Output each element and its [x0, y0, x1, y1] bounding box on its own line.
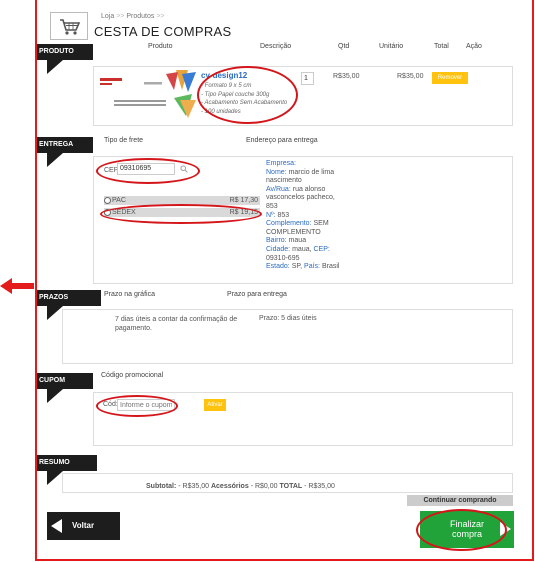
accessories-value: - R$0,00	[250, 483, 278, 490]
cart-logo[interactable]	[50, 12, 88, 40]
col-header-qtd: Qtd	[338, 43, 350, 50]
address-complemento: Complemento: SEM COMPLEMENTO	[266, 220, 329, 236]
subtotal-label: Subtotal:	[146, 483, 177, 490]
section-tab-entrega: ENTREGA	[37, 137, 93, 153]
print-deadline-header: Prazo na gráfica	[104, 291, 155, 298]
apply-coupon-button[interactable]: Ativar	[204, 399, 226, 411]
address-bairro: Bairro: maua	[266, 237, 307, 245]
address-rua: Av/Rua: rua alonso vasconcelos pacheco, …	[266, 185, 335, 210]
remove-button[interactable]: Remover	[432, 72, 468, 84]
col-header-acao: Ação	[466, 43, 482, 50]
total-value: - R$35,00	[304, 483, 335, 490]
highlight-oval-checkout	[416, 509, 507, 551]
highlight-oval-sedex	[100, 204, 262, 224]
arrow-left-icon	[51, 519, 62, 533]
shopping-cart-icon	[60, 19, 81, 35]
highlight-oval-product	[197, 66, 298, 124]
delivery-deadline-text: Prazo: 5 dias úteis	[259, 315, 317, 322]
highlight-oval-coupon	[96, 395, 178, 417]
subtotal-value: - R$35,00	[178, 483, 210, 490]
unit-price: R$35,00	[333, 73, 360, 80]
breadcrumb: Loja >> Produtos >>	[101, 13, 165, 20]
col-header-unitario: Unitário	[379, 43, 404, 50]
business-card-image	[96, 70, 200, 120]
annotation-arrow-left-icon	[0, 278, 34, 294]
col-header-produto: Produto	[148, 43, 173, 50]
quantity-input[interactable]: 1	[301, 72, 314, 85]
total-label: TOTAL	[279, 483, 303, 490]
delivery-address: Empresa: Nome: marcio de lima nascimento…	[266, 160, 346, 272]
back-button[interactable]: Voltar	[47, 512, 120, 540]
accessories-label: Acessórios	[210, 483, 249, 490]
address-cidade-cep: Cidade: maua, CEP: 09310-695	[266, 245, 330, 262]
order-summary: Subtotal: - R$35,00 Acessórios - R$0,00 …	[146, 483, 335, 490]
section-tab-produto: PRODUTO	[37, 44, 93, 60]
continue-shopping-button[interactable]: Continuar comprando	[407, 495, 513, 506]
line-total: R$35,00	[397, 73, 424, 80]
address-nome: Nome: marcio de lima nascimento	[266, 168, 335, 185]
product-thumbnail	[96, 70, 200, 120]
page-title: CESTA DE COMPRAS	[94, 24, 232, 39]
tab-corner	[47, 60, 63, 74]
section-tab-prazos: PRAZOS	[37, 290, 101, 306]
address-empresa: Empresa:	[266, 160, 296, 167]
breadcrumb-products[interactable]: Produtos	[126, 13, 154, 20]
address-header: Endereço para entrega	[246, 137, 318, 144]
tab-corner	[47, 389, 63, 403]
col-header-descricao: Descrição	[260, 43, 292, 50]
address-numero: Nº: 853	[266, 211, 290, 219]
print-deadline-text: 7 dias úteis a contar da confirmação de …	[115, 316, 238, 332]
delivery-deadline-header: Prazo para entrega	[227, 291, 287, 298]
promo-code-header: Código promocional	[101, 372, 164, 379]
tab-corner	[47, 471, 63, 485]
tab-corner	[47, 306, 63, 320]
section-tab-cupom: CUPOM	[37, 373, 93, 389]
freight-type-header: Tipo de frete	[104, 137, 144, 144]
tab-corner	[47, 153, 63, 167]
radio-pac[interactable]	[104, 196, 111, 204]
breadcrumb-home[interactable]: Loja	[101, 13, 114, 20]
col-header-total: Total	[434, 43, 449, 50]
section-tab-resumo: RESUMO	[37, 455, 97, 471]
highlight-oval-cep	[96, 158, 200, 184]
address-estado-pais: Estado: SP, País: Brasil	[266, 263, 340, 271]
